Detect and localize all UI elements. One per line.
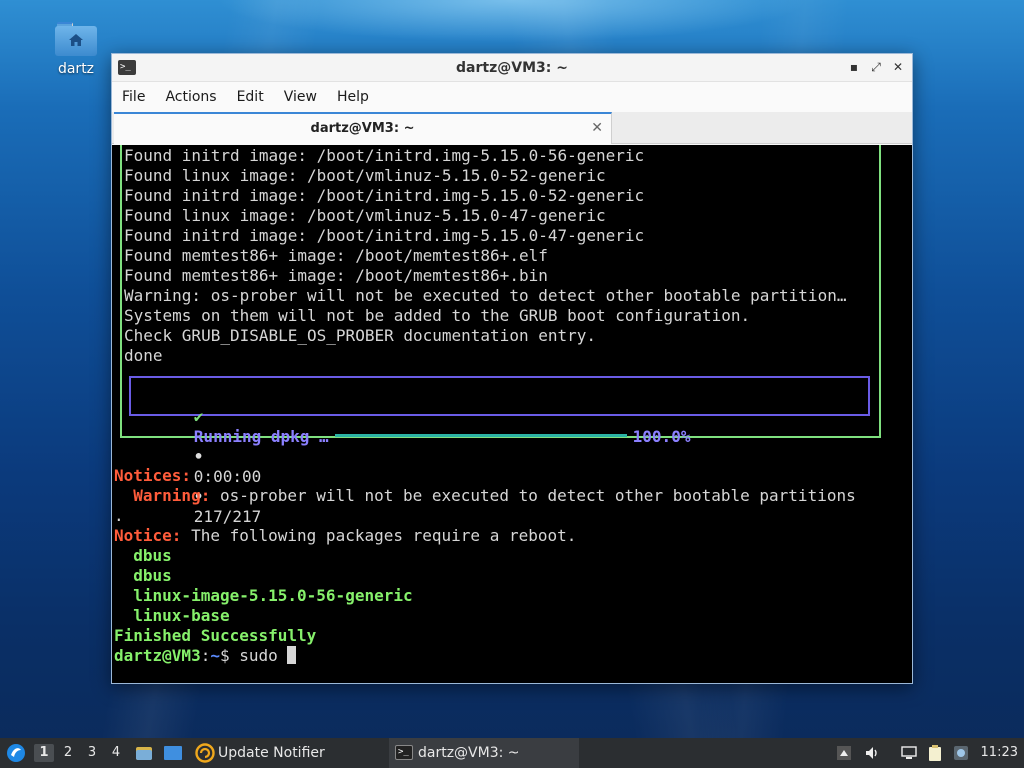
text-cursor: [287, 646, 297, 664]
warning-notice: Warning: os-prober will not be executed …: [133, 486, 856, 505]
task-label: dartz@VM3: ~: [418, 745, 520, 761]
task-label: Update Notifier: [218, 745, 325, 761]
dpkg-progress: ✔ Running dpkg … 100.0% • 0:00:00 • 217/2…: [136, 387, 691, 526]
home-folder-icon: [55, 20, 97, 56]
terminal-line: Systems on them will not be added to the…: [124, 306, 751, 325]
terminal-app-icon: >_: [118, 60, 136, 75]
workspace-1[interactable]: 1: [34, 744, 54, 762]
show-desktop-icon[interactable]: [163, 744, 183, 762]
workspace-4[interactable]: 4: [106, 744, 126, 762]
desktop-icon-label: dartz: [57, 61, 95, 77]
terminal-output[interactable]: Found initrd image: /boot/initrd.img-5.1…: [112, 145, 912, 683]
terminal-line: Warning: os-prober will not be executed …: [124, 286, 847, 305]
arrow-up-icon[interactable]: [836, 745, 852, 761]
minimize-icon[interactable]: ▪: [846, 59, 862, 75]
menu-actions[interactable]: Actions: [165, 89, 216, 105]
terminal-window: >_ dartz@VM3: ~ ▪ ⤢ ✕ File Actions Edit …: [111, 53, 913, 684]
command-text: sudo: [239, 646, 288, 665]
progress-percent: 100.0%: [632, 427, 691, 446]
package-item: linux-image-5.15.0-56-generic: [133, 586, 413, 605]
menu-bar: File Actions Edit View Help: [112, 82, 912, 112]
check-icon: ✔: [193, 407, 204, 426]
tab-close-icon[interactable]: ✕: [591, 114, 603, 143]
terminal-line: Check GRUB_DISABLE_OS_PROBER documentati…: [124, 326, 597, 345]
tab-label: dartz@VM3: ~: [310, 121, 415, 136]
clock[interactable]: 11:23: [981, 738, 1018, 768]
update-notifier-icon: [195, 743, 215, 763]
workspace-2[interactable]: 2: [58, 744, 78, 762]
terminal-line: Found initrd image: /boot/initrd.img-5.1…: [124, 146, 645, 165]
shell-prompt[interactable]: dartz@VM3:~$ sudo: [114, 646, 297, 666]
package-item: linux-base: [133, 606, 230, 625]
file-manager-icon[interactable]: [135, 744, 153, 762]
workspace-3[interactable]: 3: [82, 744, 102, 762]
terminal-line: Found memtest86+ image: /boot/memtest86+…: [124, 246, 548, 265]
warning-wrap: .: [114, 506, 124, 525]
progress-elapsed: 0:00:00: [193, 467, 262, 486]
desktop-home-folder[interactable]: dartz: [44, 20, 108, 77]
close-icon[interactable]: ✕: [890, 59, 906, 75]
menu-help[interactable]: Help: [337, 89, 369, 105]
bullet-separator: •: [193, 447, 204, 466]
volume-icon[interactable]: [864, 745, 880, 761]
terminal-line: Found initrd image: /boot/initrd.img-5.1…: [124, 226, 645, 245]
progress-label: Running dpkg …: [193, 427, 329, 446]
terminal-icon: >_: [395, 745, 413, 760]
start-menu-icon[interactable]: [6, 743, 26, 763]
terminal-line: done: [124, 346, 163, 365]
package-item: dbus: [133, 546, 172, 565]
window-titlebar[interactable]: >_ dartz@VM3: ~ ▪ ⤢ ✕: [112, 54, 912, 82]
progress-count: 217/217: [193, 507, 262, 526]
progress-bar: [334, 434, 627, 437]
network-icon[interactable]: [901, 745, 917, 761]
task-update-notifier[interactable]: Update Notifier: [193, 738, 378, 768]
clipboard-icon[interactable]: [927, 745, 945, 761]
notification-icon[interactable]: [953, 745, 969, 761]
menu-edit[interactable]: Edit: [237, 89, 264, 105]
notices-header: Notices:: [114, 466, 192, 485]
terminal-line: Found memtest86+ image: /boot/memtest86+…: [124, 266, 548, 285]
menu-view[interactable]: View: [284, 89, 317, 105]
taskbar: 1 2 3 4 Update Notifier >_ dartz@VM3: ~: [0, 738, 1024, 768]
tab-terminal[interactable]: dartz@VM3: ~ ✕: [114, 112, 612, 144]
maximize-icon[interactable]: ⤢: [868, 59, 884, 75]
task-terminal[interactable]: >_ dartz@VM3: ~: [389, 738, 579, 768]
terminal-line: Found linux image: /boot/vmlinuz-5.15.0-…: [124, 206, 606, 225]
terminal-line: Found initrd image: /boot/initrd.img-5.1…: [124, 186, 645, 205]
finished-message: Finished Successfully: [114, 626, 317, 645]
window-title: dartz@VM3: ~: [456, 59, 568, 76]
terminal-line: Found linux image: /boot/vmlinuz-5.15.0-…: [124, 166, 606, 185]
menu-file[interactable]: File: [122, 89, 145, 105]
tab-bar: dartz@VM3: ~ ✕: [112, 112, 912, 144]
reboot-notice: Notice: The following packages require a…: [114, 526, 577, 545]
package-item: dbus: [133, 566, 172, 585]
